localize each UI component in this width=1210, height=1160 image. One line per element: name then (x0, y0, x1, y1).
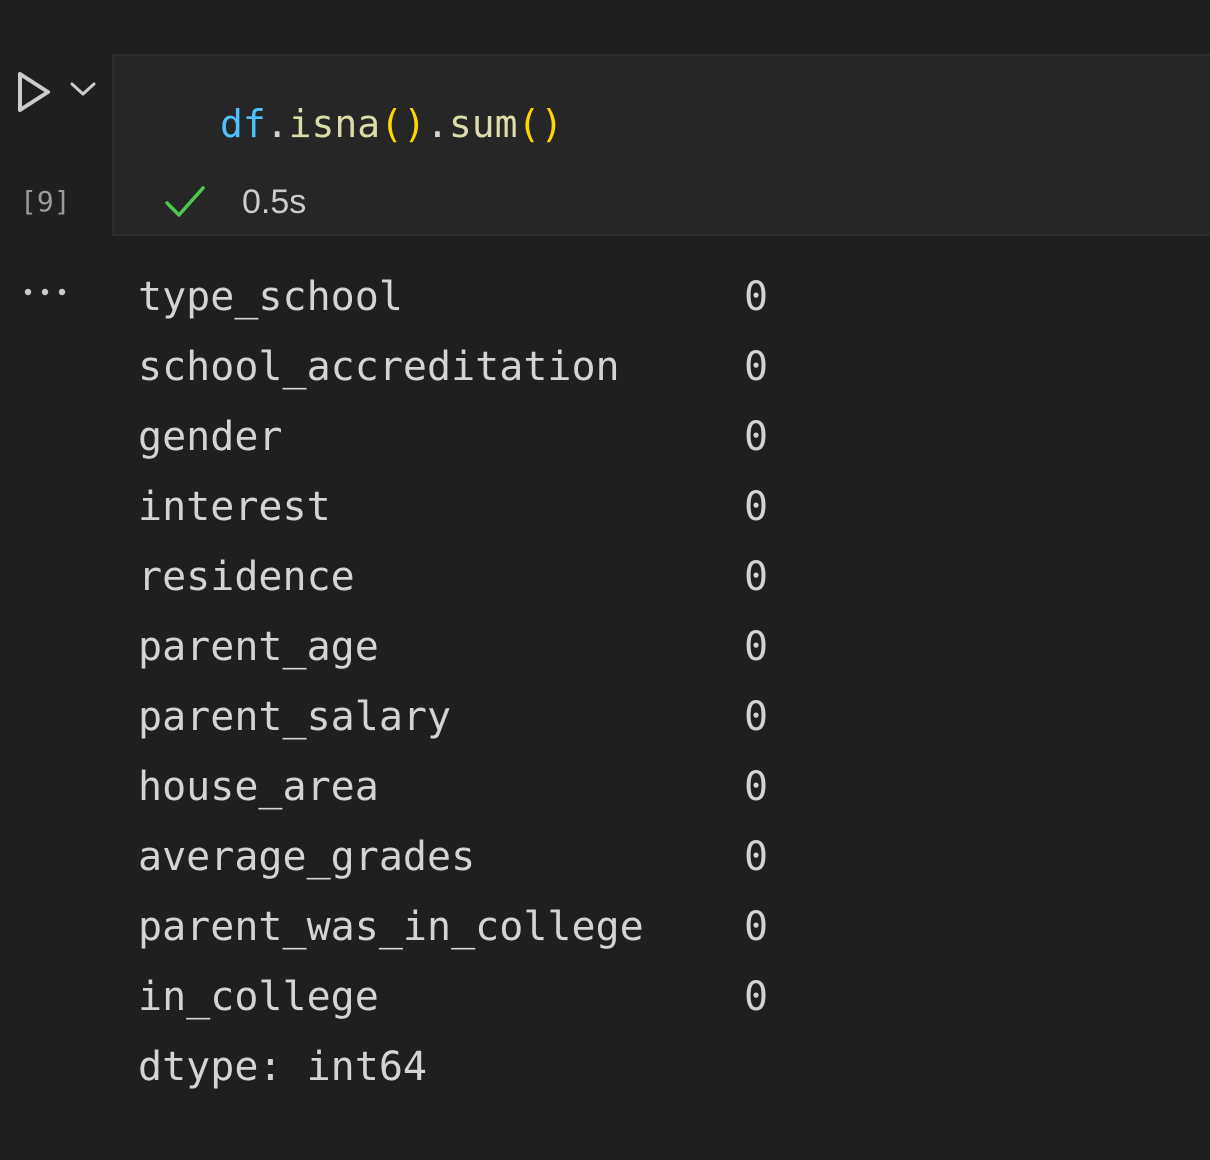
play-icon (18, 72, 50, 112)
output-column-name: house_area (138, 764, 379, 810)
output-null-count: 0 (744, 974, 769, 1020)
output-null-count: 0 (744, 554, 769, 600)
output-null-count: 0 (744, 834, 769, 880)
cell-output: type_school 0 school_accreditation 0 gender 0… (138, 262, 898, 1102)
code-line[interactable]: df.isna().sum() (220, 94, 563, 154)
code-paren-open: ( (517, 102, 541, 146)
output-row: interest 0 (138, 472, 898, 542)
run-options-dropdown[interactable] (66, 70, 100, 108)
output-null-count: 0 (744, 414, 769, 460)
output-row: house_area 0 (138, 752, 898, 822)
notebook-page: [9] df.isna().sum() 0.5s type_school 0 sch… (0, 0, 1210, 1160)
run-cell-button[interactable] (12, 66, 56, 118)
chevron-down-icon (70, 82, 96, 96)
code-paren-close: ) (540, 102, 564, 146)
output-column-name: parent_was_in_college (138, 904, 644, 950)
output-column-name: type_school (138, 274, 403, 320)
output-column-name: in_college (138, 974, 379, 1020)
output-column-name: parent_age (138, 624, 379, 670)
output-column-name: average_grades (138, 834, 476, 880)
output-column-name: school_accreditation (138, 344, 620, 390)
code-dot: . (265, 102, 289, 146)
output-row: parent_age 0 (138, 612, 898, 682)
output-dtype-row: dtype: int64 (138, 1032, 898, 1102)
output-row: type_school 0 (138, 262, 898, 332)
output-null-count: 0 (744, 344, 769, 390)
code-dot: . (425, 102, 449, 146)
code-paren-close: ) (403, 102, 426, 146)
code-variable: df (220, 102, 266, 146)
output-null-count: 0 (744, 904, 769, 950)
output-row: residence 0 (138, 542, 898, 612)
output-column-name: parent_salary (138, 694, 452, 740)
output-row: school_accreditation 0 (138, 332, 898, 402)
output-dtype: dtype: int64 (138, 1044, 427, 1090)
output-row: average_grades 0 (138, 822, 898, 892)
output-row: parent_salary 0 (138, 682, 898, 752)
execution-status: 0.5s (164, 178, 306, 226)
check-icon (164, 181, 206, 223)
output-row: in_college 0 (138, 962, 898, 1032)
output-column-name: residence (138, 554, 355, 600)
output-column-name: interest (138, 484, 331, 530)
output-row: parent_was_in_college 0 (138, 892, 898, 962)
code-cell-editor[interactable]: df.isna().sum() 0.5s (112, 54, 1210, 236)
output-column-name: gender (138, 414, 283, 460)
code-function-isna: isna (288, 102, 381, 146)
output-more-actions-button[interactable] (18, 270, 72, 314)
output-null-count: 0 (744, 274, 769, 320)
code-function-sum: sum (448, 102, 518, 146)
execution-count: [9] (20, 185, 71, 218)
output-row: gender 0 (138, 402, 898, 472)
output-null-count: 0 (744, 764, 769, 810)
output-null-count: 0 (744, 694, 769, 740)
output-null-count: 0 (744, 624, 769, 670)
execution-duration: 0.5s (242, 182, 307, 221)
ellipsis-icon (24, 288, 66, 296)
output-null-count: 0 (744, 484, 769, 530)
code-paren-open: ( (380, 102, 404, 146)
